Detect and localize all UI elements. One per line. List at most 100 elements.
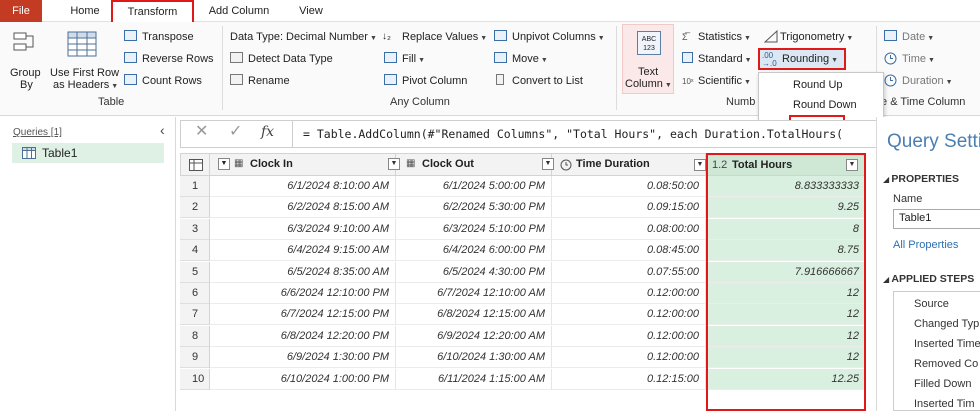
count-rows-button[interactable]: Count Rows — [122, 73, 220, 89]
detect-data-type-button[interactable]: Detect Data Type — [228, 51, 348, 67]
cell-clock-out[interactable]: 6/9/2024 12:20:00 AM — [396, 325, 552, 347]
statistics-button[interactable]: Σ̅ Statistics ▼ — [680, 29, 760, 45]
transpose-button[interactable]: Transpose — [122, 29, 220, 45]
row-number[interactable]: 3 — [180, 218, 210, 240]
date-button[interactable]: Date ▼ — [882, 29, 978, 45]
step-item[interactable]: Inserted Tim — [914, 398, 975, 410]
replace-values-button[interactable]: ↓₂ Replace Values ▼ — [382, 29, 500, 45]
cell-clock-in[interactable]: 6/6/2024 12:10:00 PM — [210, 283, 396, 304]
step-item[interactable]: Source — [914, 298, 949, 310]
cell-clock-out[interactable]: 6/5/2024 4:30:00 PM — [396, 261, 552, 283]
group-label-table: Table — [98, 96, 125, 108]
confirm-formula-icon[interactable]: ✓ — [229, 124, 242, 140]
step-item[interactable]: Filled Down — [914, 378, 971, 390]
cell-time-duration[interactable]: 0.07:55:00 — [552, 261, 706, 283]
row-number[interactable]: 8 — [180, 325, 210, 347]
cell-time-duration[interactable]: 0.12:00:00 — [552, 304, 706, 326]
group-label-number: Numb — [726, 96, 756, 108]
cell-clock-in[interactable]: 6/5/2024 8:35:00 AM — [210, 261, 396, 283]
menu-item-round-up[interactable]: Round Up — [759, 75, 883, 95]
cell-clock-in[interactable]: 6/8/2024 12:20:00 PM — [210, 325, 396, 347]
group-by-button[interactable]: Group By — [4, 28, 48, 91]
cell-clock-out[interactable]: 6/11/2024 1:15:00 AM — [396, 368, 552, 390]
column-header-total-hours[interactable]: ▼ 1.2 Total Hours ▼ — [694, 153, 866, 176]
column-header-time-duration[interactable]: ▼ Time Duration — [542, 153, 706, 176]
table-icon — [22, 147, 36, 159]
standard-button[interactable]: Standard ▼ — [680, 51, 760, 67]
data-type-dropdown[interactable]: Data Type: Decimal Number ▼ — [228, 29, 380, 45]
cell-time-duration[interactable]: 0.12:15:00 — [552, 368, 706, 390]
tab-home[interactable]: Home — [60, 0, 110, 22]
cell-time-duration[interactable]: 0.08:00:00 — [552, 218, 706, 240]
column-header-clock-in[interactable]: ▼ ▦ Clock In — [210, 153, 396, 176]
row-number[interactable]: 5 — [180, 261, 210, 283]
collapse-pane-icon[interactable]: ‹ — [160, 122, 165, 138]
duration-button[interactable]: Duration ▼ — [882, 73, 978, 89]
all-properties-link[interactable]: All Properties — [893, 239, 958, 251]
cell-clock-out[interactable]: 6/7/2024 12:10:00 AM — [396, 283, 552, 304]
cell-clock-out[interactable]: 6/3/2024 5:10:00 PM — [396, 218, 552, 240]
row-number[interactable]: 7 — [180, 304, 210, 326]
cell-time-duration[interactable]: 0.08:50:00 — [552, 176, 706, 197]
type-datetime-icon[interactable]: ▼ — [218, 158, 230, 170]
scientific-button[interactable]: 10ˣ Scientific ▼ — [680, 73, 760, 89]
cell-clock-in[interactable]: 6/3/2024 9:10:00 AM — [210, 218, 396, 240]
cell-time-duration[interactable]: 0.12:00:00 — [552, 283, 706, 304]
move-button[interactable]: Move ▼ — [492, 51, 562, 67]
step-item[interactable]: Inserted Time — [914, 338, 980, 350]
cell-clock-in[interactable]: 6/2/2024 8:15:00 AM — [210, 197, 396, 219]
text-column-button[interactable]: ABC 123 Text Column ▼ — [622, 24, 674, 94]
query-name-input[interactable]: Table1 — [893, 209, 980, 229]
tab-add-column[interactable]: Add Column — [198, 0, 280, 22]
convert-to-list-button[interactable]: Convert to List — [492, 73, 602, 89]
row-number[interactable]: 1 — [180, 176, 210, 197]
tab-view[interactable]: View — [288, 0, 334, 22]
cell-clock-in[interactable]: 6/4/2024 9:15:00 AM — [210, 240, 396, 262]
filter-dropdown-icon[interactable]: ▼ — [388, 158, 400, 170]
applied-steps-header[interactable]: ◢ APPLIED STEPS — [883, 273, 974, 285]
cell-clock-out[interactable]: 6/2/2024 5:30:00 PM — [396, 197, 552, 219]
row-number[interactable]: 10 — [180, 368, 210, 390]
reverse-rows-button[interactable]: Reverse Rows — [122, 51, 220, 67]
rename-button[interactable]: Rename — [228, 73, 308, 89]
cell-clock-out[interactable]: 6/4/2024 6:00:00 PM — [396, 240, 552, 262]
cancel-formula-icon[interactable]: ✕ — [195, 124, 208, 140]
query-item-table1[interactable]: Table1 — [12, 143, 164, 163]
trigonometry-button[interactable]: Trigonometry ▼ — [764, 29, 864, 45]
row-number[interactable]: 2 — [180, 197, 210, 219]
cell-time-duration[interactable]: 0.12:00:00 — [552, 325, 706, 347]
cell-clock-out[interactable]: 6/8/2024 12:15:00 AM — [396, 304, 552, 326]
step-item[interactable]: Removed Co — [914, 358, 978, 370]
reverse-rows-icon — [124, 52, 137, 63]
rounding-button[interactable]: .00 →.0 Rounding ▼ — [758, 48, 846, 70]
filter-dropdown-icon[interactable]: ▼ — [694, 159, 706, 171]
time-button[interactable]: Time ▼ — [882, 51, 978, 67]
decimal-type-icon[interactable]: 1.2 — [712, 159, 727, 171]
cell-time-duration[interactable]: 0.12:00:00 — [552, 347, 706, 369]
cell-clock-in[interactable]: 6/7/2024 12:15:00 PM — [210, 304, 396, 326]
filter-dropdown-icon[interactable]: ▼ — [542, 158, 554, 170]
use-first-row-button[interactable]: Use First Row as Headers ▼ — [49, 28, 121, 91]
row-number[interactable]: 6 — [180, 283, 210, 304]
step-item[interactable]: Changed Typ — [914, 318, 979, 330]
cell-time-duration[interactable]: 0.08:45:00 — [552, 240, 706, 262]
filter-dropdown-icon[interactable]: ▼ — [846, 159, 858, 171]
menu-item-round-down[interactable]: Round Down — [759, 95, 883, 115]
cell-clock-out[interactable]: 6/1/2024 5:00:00 PM — [396, 176, 552, 197]
pivot-column-button[interactable]: Pivot Column — [382, 73, 482, 89]
fx-icon[interactable]: fx — [261, 125, 274, 139]
cell-clock-in[interactable]: 6/9/2024 1:30:00 PM — [210, 347, 396, 369]
cell-clock-in[interactable]: 6/1/2024 8:10:00 AM — [210, 176, 396, 197]
row-number[interactable]: 4 — [180, 240, 210, 262]
cell-clock-in[interactable]: 6/10/2024 1:00:00 PM — [210, 368, 396, 390]
unpivot-columns-button[interactable]: Unpivot Columns ▼ — [492, 29, 616, 45]
column-header-clock-out[interactable]: ▼ ▦ Clock Out — [388, 153, 552, 176]
table-menu-corner[interactable] — [180, 153, 210, 176]
tab-file[interactable]: File — [0, 0, 42, 22]
formula-input[interactable]: = Table.AddColumn(#"Renamed Columns", "T… — [303, 127, 843, 141]
fill-button[interactable]: Fill ▼ — [382, 51, 442, 67]
properties-header[interactable]: ◢ PROPERTIES — [883, 173, 959, 185]
cell-time-duration[interactable]: 0.09:15:00 — [552, 197, 706, 219]
cell-clock-out[interactable]: 6/10/2024 1:30:00 AM — [396, 347, 552, 369]
row-number[interactable]: 9 — [180, 347, 210, 369]
